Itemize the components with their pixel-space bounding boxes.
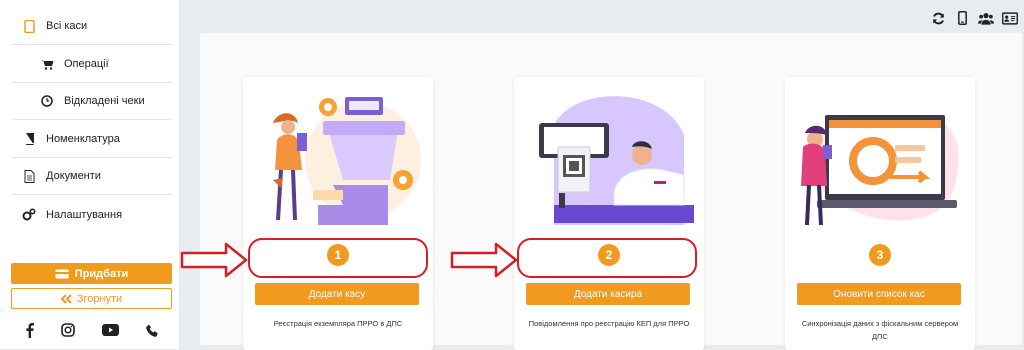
tablet-icon bbox=[22, 19, 36, 33]
step-card-3: 3 Оновити список кас Синхронізація даних… bbox=[785, 77, 975, 350]
main-content: 1 Додати касу Реєстрація екземпляра ПРРО… bbox=[190, 0, 1024, 350]
sidebar-item-nomenclature[interactable]: Номенклатура bbox=[12, 121, 172, 158]
step-description: Реєстрація екземпляра ПРРО в ДПС bbox=[273, 319, 403, 328]
step-description: Повідомлення про реєстрацію КЕП для ПРРО bbox=[528, 319, 690, 328]
setup-panel: 1 Додати касу Реєстрація екземпляра ПРРО… bbox=[200, 33, 1022, 350]
sidebar-item-label: Операції bbox=[64, 58, 109, 70]
sidebar-item-deferred-receipts[interactable]: Відкладені чеки bbox=[12, 83, 172, 120]
sidebar-item-label: Документи bbox=[46, 170, 101, 182]
sync-illustration bbox=[801, 115, 959, 226]
annotation-arrow-2 bbox=[450, 242, 518, 278]
step-number: 3 bbox=[869, 244, 891, 266]
sidebar: Всі каси Операції Відкладені чеки Номенк… bbox=[0, 0, 180, 349]
refresh-icon[interactable] bbox=[930, 10, 946, 26]
clock-icon bbox=[40, 94, 54, 108]
gears-icon bbox=[22, 208, 36, 222]
add-register-button[interactable]: Додати касу bbox=[255, 283, 419, 305]
step-card-1: 1 Додати касу Реєстрація екземпляра ПРРО… bbox=[243, 77, 433, 350]
cart-icon bbox=[40, 57, 54, 71]
sidebar-item-operations[interactable]: Операції bbox=[12, 46, 172, 83]
sidebar-item-documents[interactable]: Документи bbox=[12, 158, 172, 195]
id-card-icon[interactable] bbox=[1002, 10, 1018, 26]
annotation-arrow-1 bbox=[180, 242, 248, 278]
cashier-illustration bbox=[539, 96, 694, 225]
sidebar-item-label: Відкладені чеки bbox=[64, 95, 145, 107]
step-description: Синхронізація даних з фіскальним серверо… bbox=[801, 319, 959, 341]
sidebar-item-label: Налаштування bbox=[46, 208, 123, 221]
collapse-button-label: Згорнути bbox=[76, 292, 123, 305]
annotation-highlight-2 bbox=[517, 238, 697, 278]
youtube-icon[interactable] bbox=[101, 321, 119, 339]
cash-register-illustration bbox=[273, 97, 421, 225]
toolbar bbox=[930, 10, 1018, 26]
double-chevron-left-icon bbox=[60, 293, 73, 304]
book-icon bbox=[22, 132, 36, 146]
step-card-2: 2 Додати касира Повідомлення про реєстра… bbox=[514, 77, 704, 350]
document-icon bbox=[22, 169, 36, 183]
mobile-icon[interactable] bbox=[954, 10, 970, 26]
credit-card-icon bbox=[55, 269, 69, 279]
users-icon[interactable] bbox=[978, 10, 994, 26]
annotation-highlight-1 bbox=[248, 238, 428, 278]
facebook-icon[interactable] bbox=[20, 321, 38, 339]
sidebar-item-label: Номенклатура bbox=[46, 133, 120, 145]
buy-button-label: Придбати bbox=[74, 267, 129, 280]
refresh-registers-button[interactable]: Оновити список кас bbox=[797, 283, 961, 305]
sidebar-item-all-registers[interactable]: Всі каси bbox=[12, 8, 172, 45]
add-cashier-button[interactable]: Додати касира bbox=[526, 283, 690, 305]
sidebar-item-settings[interactable]: Налаштування bbox=[12, 196, 172, 233]
phone-icon[interactable] bbox=[143, 321, 161, 339]
collapse-button[interactable]: Згорнути bbox=[11, 288, 172, 309]
buy-button[interactable]: Придбати bbox=[11, 263, 172, 284]
instagram-icon[interactable] bbox=[59, 321, 77, 339]
sidebar-item-label: Всі каси bbox=[46, 20, 88, 32]
